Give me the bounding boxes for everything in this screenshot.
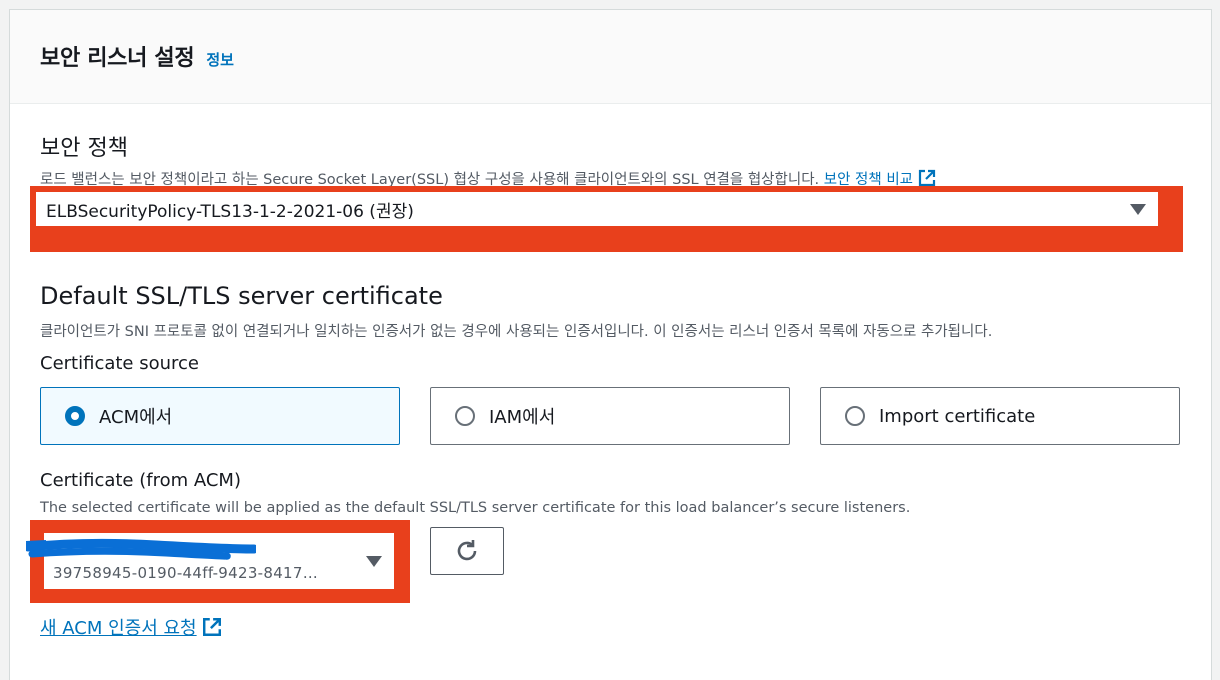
source-option-acm[interactable]: ACM에서: [40, 387, 400, 445]
external-link-icon: [202, 618, 221, 636]
acm-certificate-id: 39758945-0190-44ff-9423-8417…: [53, 564, 319, 582]
external-link-icon: [918, 169, 936, 187]
panel-header: 보안 리스너 설정 정보: [10, 10, 1211, 104]
acm-cert-description: The selected certificate will be applied…: [40, 500, 911, 516]
panel-title: 보안 리스너 설정: [40, 46, 195, 71]
source-option-import-label: Import certificate: [879, 405, 1036, 427]
source-option-iam-label: IAM에서: [489, 407, 556, 428]
chevron-down-icon: [366, 556, 382, 567]
refresh-icon: [457, 540, 477, 561]
acm-cert-label: Certificate (from ACM): [40, 470, 241, 491]
radio-selected-icon: [65, 406, 85, 426]
acm-certificate-select[interactable]: 39758945-0190-44ff-9423-8417…: [26, 533, 394, 589]
source-option-acm-label: ACM에서: [99, 407, 173, 428]
source-option-iam[interactable]: IAM에서: [430, 387, 790, 445]
certificate-source-label: Certificate source: [40, 353, 199, 374]
redaction-scribble: [26, 538, 256, 560]
security-policy-heading: 보안 정책: [40, 136, 128, 161]
request-new-acm-cert-label: 새 ACM 인증서 요청: [40, 618, 197, 639]
request-new-acm-cert-link[interactable]: 새 ACM 인증서 요청: [40, 614, 222, 640]
info-link[interactable]: 정보: [206, 49, 234, 70]
source-option-import[interactable]: Import certificate: [820, 387, 1180, 445]
security-policy-select[interactable]: ELBSecurityPolicy-TLS13-1-2-2021-06 (권장): [36, 192, 1158, 226]
default-cert-heading: Default SSL/TLS server certificate: [40, 282, 443, 310]
radio-icon: [845, 406, 865, 426]
chevron-down-icon: [1130, 204, 1146, 215]
default-cert-description: 클라이언트가 SNI 프로토콜 없이 연결되거나 일치하는 인증서가 없는 경우…: [40, 324, 993, 340]
radio-icon: [455, 406, 475, 426]
security-policy-selected-value: ELBSecurityPolicy-TLS13-1-2-2021-06 (권장): [46, 201, 414, 222]
refresh-button[interactable]: [430, 527, 504, 575]
